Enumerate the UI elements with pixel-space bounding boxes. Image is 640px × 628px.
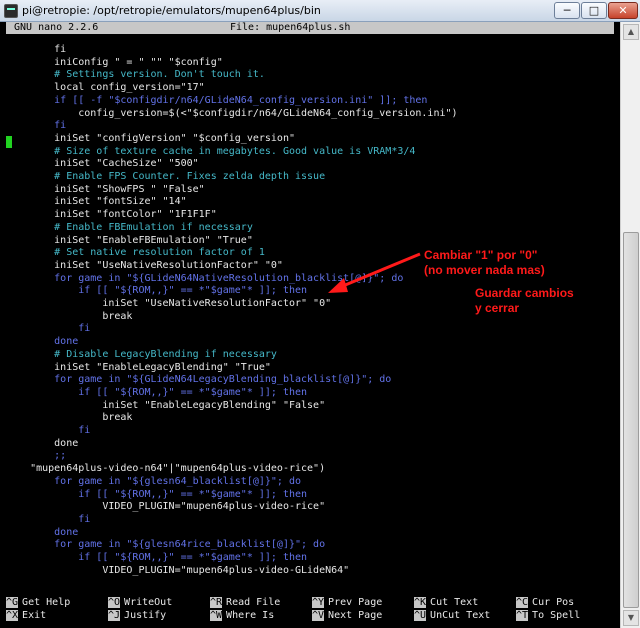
code-line: iniConfig " = " "" "$config" <box>6 56 223 68</box>
code-line: if [[ "${ROM,,}" == *"$game"* ]]; then <box>6 488 308 500</box>
shortcut-label: To Spell <box>532 610 581 621</box>
shortcut-cur-pos[interactable]: ^C Cur Pos <box>516 597 574 609</box>
minimize-button[interactable]: ─ <box>554 2 580 19</box>
annotation-change-value: Cambiar "1" por "0" (no mover nada mas) <box>424 248 545 277</box>
code-line: done <box>6 437 79 449</box>
code-line: if [[ -f "$configdir/n64/GLideN64_config… <box>6 94 428 106</box>
code-line: for game in "${glesn64rice_blacklist[@]}… <box>6 539 326 551</box>
nano-shortcut-bar: ^G Get Help ^O WriteOut ^R Read File ^Y Prev… <box>6 597 614 623</box>
code-line: ;; <box>6 450 67 462</box>
code-line: # Size of texture cache in megabytes. Go… <box>6 145 416 157</box>
shortcut-to-spell[interactable]: ^T To Spell <box>516 610 580 622</box>
code-line: fi <box>6 513 91 525</box>
shortcut-read-file[interactable]: ^R Read File <box>210 597 280 609</box>
code-line: "mupen64plus-video-n64"|"mupen64plus-vid… <box>6 463 326 475</box>
code-line: iniSet "ShowFPS " "False" <box>6 183 205 195</box>
code-line: for game in "${glesn64_blacklist[@]}"; d… <box>6 475 302 487</box>
code-line: iniSet "UseNativeResolutionFactor" "0" <box>6 259 283 271</box>
shortcut-justify[interactable]: ^J Justify <box>108 610 166 622</box>
shortcut-label: Exit <box>22 610 47 621</box>
shortcut-next-page[interactable]: ^V Next Page <box>312 610 382 622</box>
annotation-arrow <box>328 252 421 293</box>
shortcut-key: ^U <box>414 610 427 621</box>
terminal-area[interactable]: GNU nano 2.2.6 File: mupen64plus.sh fi i… <box>0 22 620 628</box>
shortcut-key: ^X <box>6 610 19 621</box>
shortcut-label: Get Help <box>22 597 71 608</box>
code-line: iniSet "UseNativeResolutionFactor" "0" <box>6 298 332 309</box>
shortcut-label: WriteOut <box>124 597 173 608</box>
shortcut-label: Prev Page <box>328 597 383 608</box>
scroll-thumb[interactable] <box>623 232 639 608</box>
code-line: fi <box>6 120 67 132</box>
nano-header-bar: GNU nano 2.2.6 File: mupen64plus.sh <box>6 22 614 34</box>
code-line: VIDEO_PLUGIN="mupen64plus-video-GLideN64… <box>6 564 350 576</box>
code-line: iniSet "fontColor" "1F1F1F" <box>6 209 217 221</box>
nano-version: GNU nano 2.2.6 <box>14 22 99 33</box>
shortcut-cut-text[interactable]: ^K Cut Text <box>414 597 478 609</box>
code-line: VIDEO_PLUGIN="mupen64plus-video-rice" <box>6 501 326 513</box>
code-line: local config_version="17" <box>6 82 205 94</box>
code-line: break <box>6 310 133 322</box>
vertical-scrollbar[interactable]: ▲ ▼ <box>620 22 640 628</box>
code-line: # Settings version. Don't touch it. <box>6 69 265 81</box>
shortcut-key: ^J <box>108 610 121 621</box>
scroll-up-arrow-icon[interactable]: ▲ <box>623 24 639 40</box>
scroll-down-arrow-icon[interactable]: ▼ <box>623 610 639 626</box>
nano-file-name: File: mupen64plus.sh <box>230 22 351 33</box>
shortcut-label: Next Page <box>328 610 383 621</box>
code-line: for game in "${GLideN64LegacyBlending_bl… <box>6 374 392 386</box>
close-button[interactable]: ✕ <box>608 2 638 19</box>
shortcut-label: UnCut Text <box>430 610 491 621</box>
shortcut-key: ^C <box>516 597 529 608</box>
annotation-save-and-close: Guardar cambios y cerrar <box>475 286 574 315</box>
shortcut-writeout[interactable]: ^O WriteOut <box>108 597 172 609</box>
code-line: if [[ "${ROM,,}" == *"$game"* ]]; then <box>6 285 308 297</box>
code-line: fi <box>6 44 67 55</box>
code-line: break <box>6 412 133 424</box>
shortcut-label: Where Is <box>226 610 275 621</box>
code-line: # Enable FBEmulation if necessary <box>6 221 253 233</box>
shortcut-get-help[interactable]: ^G Get Help <box>6 597 70 609</box>
code-line: # Enable FPS Counter. Fixes zelda depth … <box>6 171 326 182</box>
shortcut-key: ^O <box>108 597 121 608</box>
maximize-button[interactable]: □ <box>581 2 607 19</box>
shortcut-exit[interactable]: ^X Exit <box>6 610 46 622</box>
shortcut-prev-page[interactable]: ^Y Prev Page <box>312 597 382 609</box>
code-line: done <box>6 526 79 538</box>
code-line: if [[ "${ROM,,}" == *"$game"* ]]; then <box>6 552 308 563</box>
code-line: iniSet "CacheSize" "500" <box>6 158 199 170</box>
shortcut-key: ^T <box>516 610 529 621</box>
code-line: iniSet "configVersion" "$config_version" <box>6 132 295 144</box>
window-title: pi@retropie: /opt/retropie/emulators/mup… <box>22 4 321 17</box>
shortcut-label: Cut Text <box>430 597 479 608</box>
shortcut-uncut-text[interactable]: ^U UnCut Text <box>414 610 490 622</box>
shortcut-key: ^W <box>210 610 223 621</box>
shortcut-key: ^V <box>312 610 325 621</box>
window-titlebar[interactable]: pi@retropie: /opt/retropie/emulators/mup… <box>0 0 640 22</box>
shortcut-label: Cur Pos <box>532 597 575 608</box>
shortcut-where-is[interactable]: ^W Where Is <box>210 610 274 622</box>
code-line: # Set native resolution factor of 1 <box>6 247 265 259</box>
code-line: config_version=$(<"$configdir/n64/GLideN… <box>6 107 458 119</box>
code-line: iniSet "EnableLegacyBlending" "False" <box>6 399 326 411</box>
code-line: done <box>6 336 79 348</box>
code-line: iniSet "EnableFBEmulation" "True" <box>6 234 253 246</box>
terminal-app-icon <box>4 4 18 18</box>
code-line: fi <box>6 425 91 436</box>
shortcut-key: ^R <box>210 597 223 608</box>
shortcut-label: Justify <box>124 610 167 621</box>
shortcut-label: Read File <box>226 597 281 608</box>
shortcut-key: ^K <box>414 597 427 608</box>
code-line: # Disable LegacyBlending if necessary <box>6 348 277 360</box>
code-line: iniSet "EnableLegacyBlending" "True" <box>6 361 271 373</box>
code-line: if [[ "${ROM,,}" == *"$game"* ]]; then <box>6 386 308 398</box>
code-line: iniSet "fontSize" "14" <box>6 196 187 208</box>
code-line: fi <box>6 323 91 335</box>
shortcut-key: ^Y <box>312 597 325 608</box>
shortcut-key: ^G <box>6 597 19 608</box>
